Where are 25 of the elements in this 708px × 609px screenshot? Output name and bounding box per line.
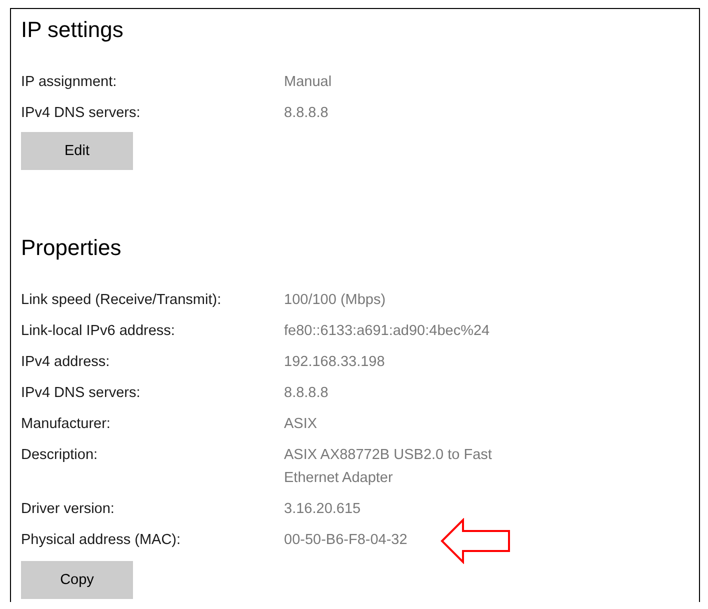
property-label: Description:: [21, 446, 99, 465]
property-label: Link speed (Receive/Transmit):: [21, 291, 222, 310]
property-label: Link-local IPv6 address:: [21, 322, 176, 341]
property-label: Physical address (MAC):: [21, 531, 182, 550]
property-value: ASIX AX88772B USB2.0 to Fast Ethernet Adapter: [284, 446, 493, 488]
action-button[interactable]: Copy: [21, 561, 133, 599]
property-value: ASIX: [284, 415, 318, 434]
property-value: 3.16.20.615: [284, 500, 362, 519]
property-label: IP assignment:: [21, 73, 118, 92]
property-label: Manufacturer:: [21, 415, 112, 434]
section-heading: IP settings: [21, 16, 124, 44]
property-value: fe80::6133:a691:ad90:4bec%24: [284, 322, 491, 341]
property-value: 100/100 (Mbps): [284, 291, 387, 310]
property-label: IPv4 DNS servers:: [21, 104, 142, 123]
property-value: 00-50-B6-F8-04-32: [284, 531, 408, 550]
section-heading: Properties: [21, 234, 122, 262]
action-button[interactable]: Edit: [21, 132, 133, 170]
property-value: 8.8.8.8: [284, 104, 330, 123]
property-label: Driver version:: [21, 500, 116, 519]
arrow-annotation-icon: [440, 518, 510, 564]
property-value: Manual: [284, 73, 333, 92]
property-label: IPv4 address:: [21, 353, 111, 372]
property-value: 8.8.8.8: [284, 384, 330, 403]
property-label: IPv4 DNS servers:: [21, 384, 142, 403]
property-value: 192.168.33.198: [284, 353, 386, 372]
